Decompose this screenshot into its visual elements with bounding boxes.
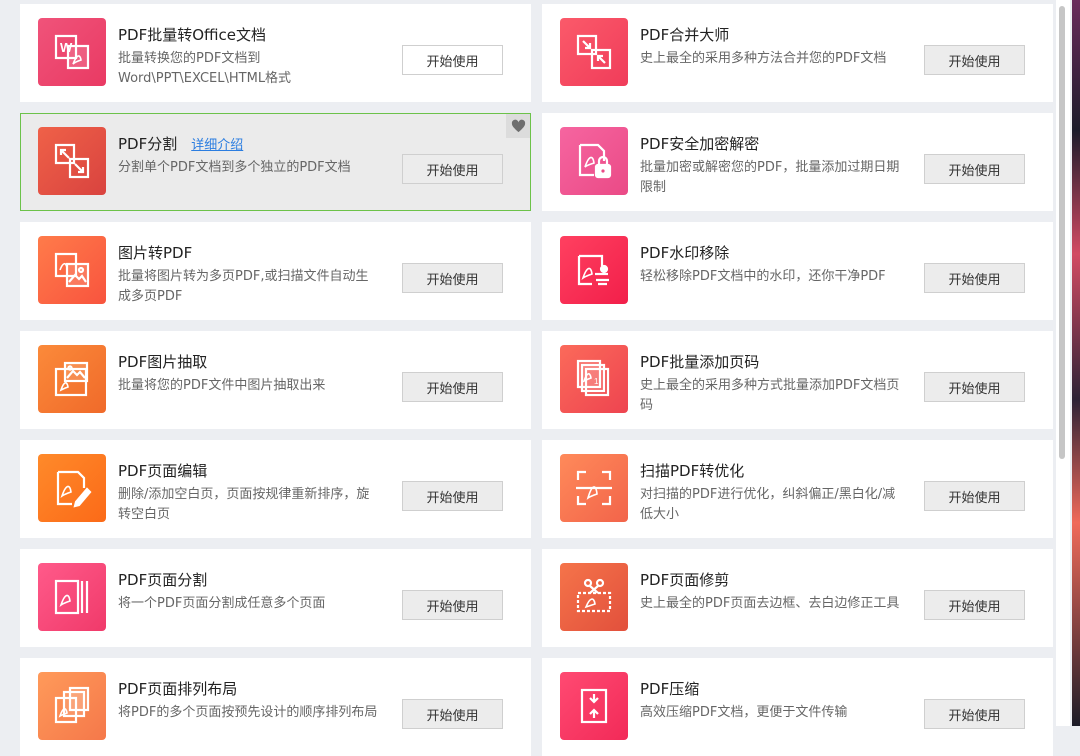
compress-icon [560, 672, 628, 740]
tool-title: PDF合并大师 [640, 24, 729, 45]
tool-description: 对扫描的PDF进行优化，纠斜偏正/黑白化/减低大小 [640, 487, 896, 522]
start-button[interactable]: 开始使用 [402, 481, 503, 511]
start-button[interactable]: 开始使用 [924, 481, 1025, 511]
tool-card[interactable]: PDF页面分割将一个PDF页面分割成任意多个页面 开始使用 [20, 549, 531, 647]
tool-title-text: PDF安全加密解密 [640, 135, 760, 153]
start-button[interactable]: 开始使用 [924, 154, 1025, 184]
tool-title: PDF批量转Office文档 [118, 24, 266, 45]
start-button[interactable]: 开始使用 [924, 590, 1025, 620]
tool-card[interactable]: PDF水印移除轻松移除PDF文档中的水印，还你干净PDF 开始使用 [542, 222, 1053, 320]
tool-title-text: PDF页面分割 [118, 571, 208, 589]
tool-title-text: PDF水印移除 [640, 244, 730, 262]
tool-title-text: PDF批量转Office文档 [118, 26, 267, 44]
scrollbar[interactable] [1056, 0, 1070, 726]
word-to-pdf-icon: W [38, 18, 106, 86]
tool-description: 批量加密或解密您的PDF，批量添加过期日期限制 [640, 160, 900, 195]
tool-title: 扫描PDF转优化 [640, 460, 744, 481]
tool-title-text: PDF压缩 [640, 680, 700, 698]
start-button[interactable]: 开始使用 [924, 699, 1025, 729]
tool-title-text: PDF批量添加页码 [640, 353, 760, 371]
tool-title-text: PDF页面编辑 [118, 462, 208, 480]
page-number-icon: 1 [560, 345, 628, 413]
start-button[interactable]: 开始使用 [402, 372, 503, 402]
page-split-icon [38, 563, 106, 631]
tool-card[interactable]: 图片转PDF 批量将图片转为多页PDF,或扫描文件自动生成多页PDF 开始使用 [20, 222, 531, 320]
image-to-pdf-icon [38, 236, 106, 304]
tool-description: 将PDF的多个页面按预先设计的顺序排列布局 [118, 705, 378, 720]
page-layout-icon [38, 672, 106, 740]
favorite-heart-icon[interactable] [506, 114, 530, 138]
tool-description: 删除/添加空白页，页面按规律重新排序，旋转空白页 [118, 487, 370, 522]
tool-grid: W PDF批量转Office文档批量转换您的PDF文档到Word\PPT\EXC… [0, 0, 1080, 756]
start-button[interactable]: 开始使用 [402, 699, 503, 729]
tool-card[interactable]: PDF压缩高效压缩PDF文档，更便于文件传输 开始使用 [542, 658, 1053, 756]
tool-description: 高效压缩PDF文档，更便于文件传输 [640, 705, 848, 720]
tool-title-text: 扫描PDF转优化 [640, 462, 745, 480]
tool-title: PDF页面编辑 [118, 460, 207, 481]
tool-title: PDF页面分割 [118, 569, 207, 590]
start-button[interactable]: 开始使用 [402, 263, 503, 293]
image-extract-icon [38, 345, 106, 413]
start-button[interactable]: 开始使用 [402, 154, 503, 184]
tool-card[interactable]: PDF合并大师史上最全的采用多种方法合并您的PDF文档 开始使用 [542, 4, 1053, 102]
scan-optimize-icon [560, 454, 628, 522]
start-button[interactable]: 开始使用 [924, 372, 1025, 402]
tool-description: 批量将图片转为多页PDF,或扫描文件自动生成多页PDF [118, 269, 369, 304]
tool-title: PDF压缩 [640, 678, 699, 699]
tool-title-text: 图片转PDF [118, 244, 193, 262]
tool-card[interactable]: PDF分割 详细介绍分割单个PDF文档到多个独立的PDF文档 开始使用 [20, 113, 531, 211]
start-button[interactable]: 开始使用 [402, 45, 503, 75]
start-button[interactable]: 开始使用 [924, 263, 1025, 293]
svg-text:1: 1 [594, 377, 599, 386]
tool-title-text: PDF图片抽取 [118, 353, 208, 371]
watermark-remove-icon [560, 236, 628, 304]
tool-title: PDF分割 详细介绍 [118, 133, 243, 154]
tool-title-text: PDF页面修剪 [640, 571, 730, 589]
detail-link[interactable]: 详细介绍 [191, 138, 243, 153]
tool-description: 将一个PDF页面分割成任意多个页面 [118, 596, 326, 611]
tool-title: PDF水印移除 [640, 242, 729, 263]
tool-title: PDF页面排列布局 [118, 678, 237, 699]
tool-card[interactable]: W PDF批量转Office文档批量转换您的PDF文档到Word\PPT\EXC… [20, 4, 531, 102]
merge-arrows-icon [560, 18, 628, 86]
tool-title: PDF图片抽取 [118, 351, 207, 372]
start-button[interactable]: 开始使用 [402, 590, 503, 620]
tool-title: PDF批量添加页码 [640, 351, 759, 372]
tool-description: 史上最全的PDF页面去边框、去白边修正工具 [640, 596, 900, 611]
tool-card[interactable]: PDF图片抽取批量将您的PDF文件中图片抽取出来 开始使用 [20, 331, 531, 429]
tool-title-text: PDF页面排列布局 [118, 680, 238, 698]
tool-title: PDF安全加密解密 [640, 133, 759, 154]
background-strip [1072, 0, 1080, 726]
tool-card[interactable]: PDF页面排列布局将PDF的多个页面按预先设计的顺序排列布局 开始使用 [20, 658, 531, 756]
tool-description: 史上最全的采用多种方法合并您的PDF文档 [640, 51, 887, 66]
split-arrows-icon [38, 127, 106, 195]
tool-description: 轻松移除PDF文档中的水印，还你干净PDF [640, 269, 886, 284]
tool-description: 史上最全的采用多种方式批量添加PDF文档页码 [640, 378, 900, 413]
tool-card[interactable]: 扫描PDF转优化对扫描的PDF进行优化，纠斜偏正/黑白化/减低大小 开始使用 [542, 440, 1053, 538]
tool-title: 图片转PDF [118, 242, 192, 263]
tool-title: PDF页面修剪 [640, 569, 729, 590]
tool-description: 批量转换您的PDF文档到Word\PPT\EXCEL\HTML格式 [118, 51, 292, 86]
tool-card[interactable]: 1 PDF批量添加页码史上最全的采用多种方式批量添加PDF文档页码 开始使用 [542, 331, 1053, 429]
tool-card[interactable]: PDF页面修剪史上最全的PDF页面去边框、去白边修正工具 开始使用 [542, 549, 1053, 647]
page-crop-icon [560, 563, 628, 631]
tool-card[interactable]: PDF安全加密解密批量加密或解密您的PDF，批量添加过期日期限制 开始使用 [542, 113, 1053, 211]
tool-description: 批量将您的PDF文件中图片抽取出来 [118, 378, 326, 393]
tool-card[interactable]: PDF页面编辑删除/添加空白页，页面按规律重新排序，旋转空白页 开始使用 [20, 440, 531, 538]
tool-title-text: PDF分割 [118, 135, 178, 153]
tool-description: 分割单个PDF文档到多个独立的PDF文档 [118, 160, 351, 175]
start-button[interactable]: 开始使用 [924, 45, 1025, 75]
pdf-lock-icon [560, 127, 628, 195]
page-edit-icon [38, 454, 106, 522]
scrollbar-thumb[interactable] [1059, 6, 1065, 459]
tool-title-text: PDF合并大师 [640, 26, 730, 44]
